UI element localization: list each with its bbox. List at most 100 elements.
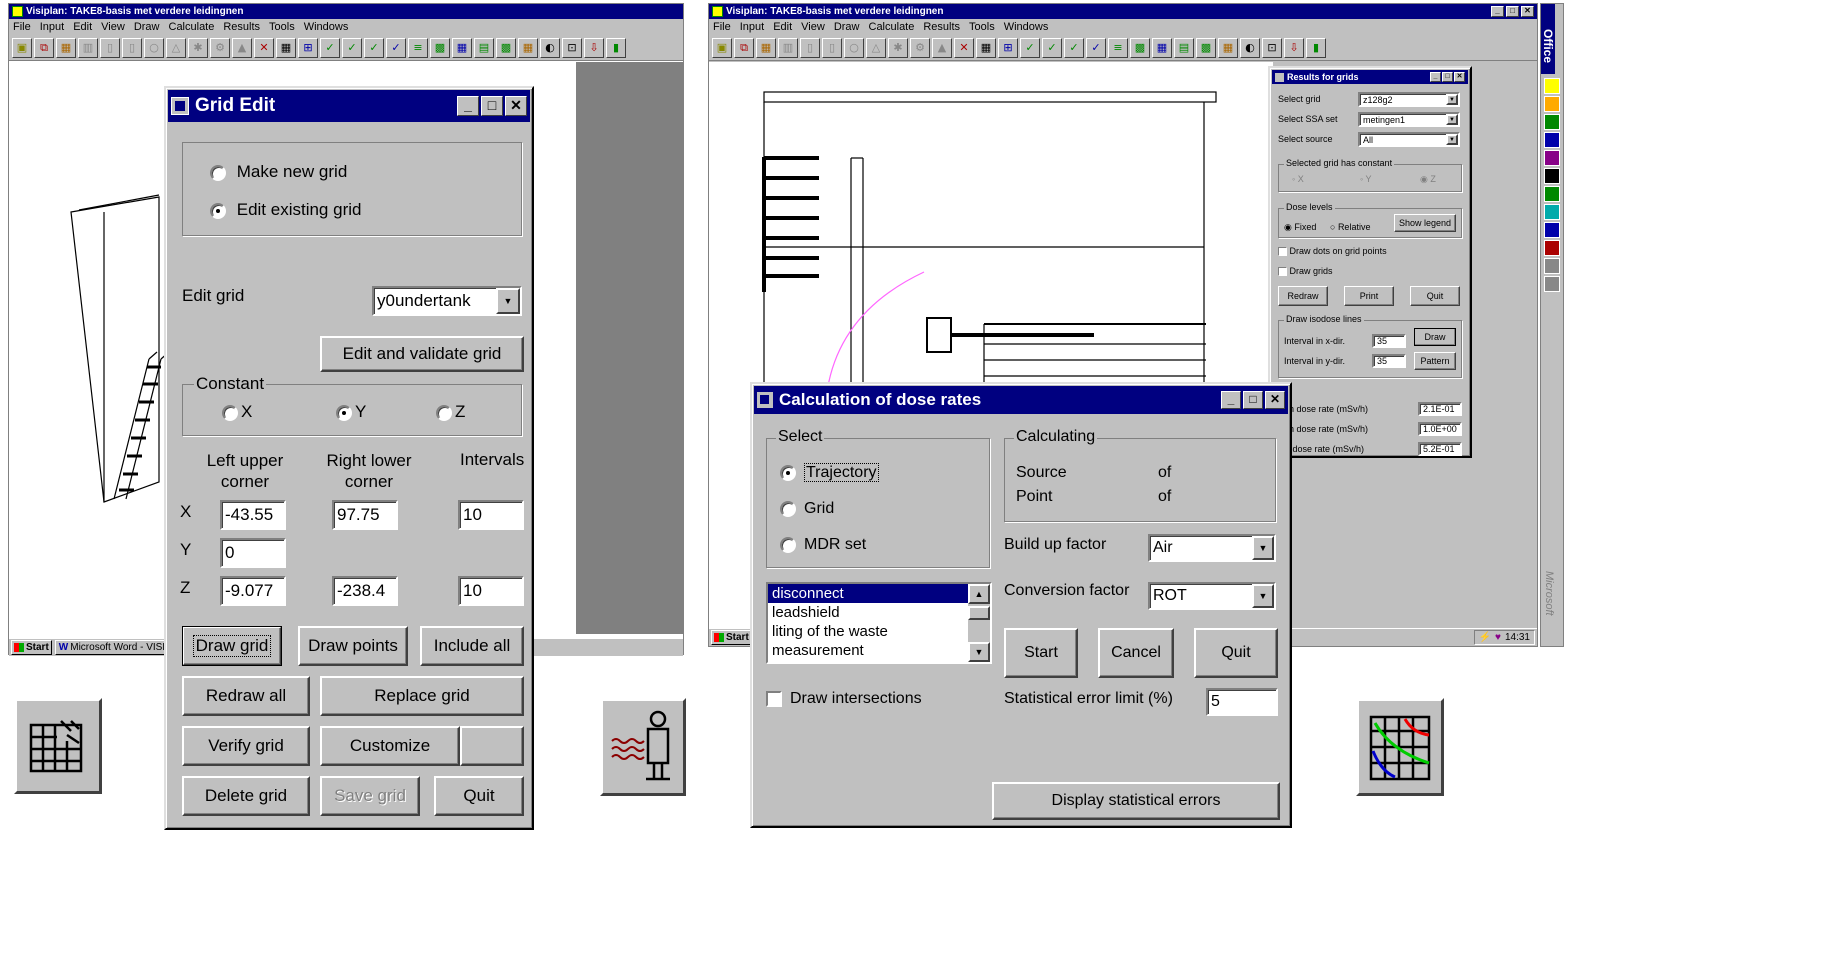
menu-input[interactable]: Input [40, 21, 64, 33]
results-quit-button[interactable]: Quit [1410, 286, 1460, 306]
toolbar-tool-icon[interactable]: ✓ [1086, 37, 1106, 58]
select-ssa-combo[interactable]: metingen1 ▼ [1358, 112, 1460, 127]
toolbar-tool-icon[interactable]: ▦ [976, 37, 996, 58]
replace-grid-button[interactable]: Replace grid [320, 676, 524, 716]
minimize-button[interactable]: _ [1430, 72, 1441, 82]
chevron-down-icon[interactable]: ▼ [1446, 114, 1458, 125]
trajectory-radio-circle[interactable] [780, 464, 796, 481]
chevron-down-icon[interactable]: ▼ [496, 288, 520, 314]
maximize-button[interactable]: □ [1506, 6, 1519, 17]
office-app-icon[interactable] [1544, 78, 1560, 94]
edit-validate-button[interactable]: Edit and validate grid [320, 336, 524, 372]
toolbar-tool-icon[interactable]: ▤ [474, 37, 494, 58]
close-button[interactable]: ✕ [1265, 391, 1285, 409]
toolbar-tool-icon[interactable]: ✕ [954, 37, 974, 58]
chevron-down-icon[interactable]: ▼ [1252, 584, 1274, 608]
toolbar-tool-icon[interactable]: ▦ [518, 37, 538, 58]
mdr-radio-circle[interactable] [780, 536, 796, 553]
toolbar-tool-icon[interactable]: ▯ [822, 37, 842, 58]
toolbar-tool-icon[interactable]: ▦ [756, 37, 776, 58]
interval-x-input[interactable]: 35 [1372, 334, 1406, 348]
toolbar-tool-icon[interactable]: ▩ [430, 37, 450, 58]
close-button[interactable]: ✕ [1454, 72, 1465, 82]
toolbar-tool-icon[interactable]: ▮ [606, 37, 626, 58]
scroll-down-icon[interactable]: ▼ [968, 642, 990, 662]
const-y-radio[interactable]: ◦ Y [1360, 174, 1372, 184]
list-item[interactable]: disconnect [768, 584, 990, 603]
toolbar-tool-icon[interactable]: ▥ [778, 37, 798, 58]
radio-x-circle[interactable] [222, 404, 238, 421]
include-all-button[interactable]: Include all [420, 626, 524, 666]
dose-calc-tool-icon[interactable] [600, 698, 686, 796]
menu-input[interactable]: Input [740, 21, 764, 33]
toolbar-tool-icon[interactable]: ○ [144, 37, 164, 58]
menu-windows[interactable]: Windows [304, 21, 349, 33]
customize-button[interactable]: Customize [320, 726, 460, 766]
list-item[interactable]: measurement [768, 641, 990, 660]
office-app-icon[interactable] [1544, 114, 1560, 130]
toolbar-tool-icon[interactable]: ▦ [276, 37, 296, 58]
maximize-button[interactable]: □ [1442, 72, 1453, 82]
customize-blank-button[interactable] [460, 726, 524, 766]
toolbar-tool-icon[interactable]: ✕ [254, 37, 274, 58]
draw-intersections-checkbox[interactable]: Draw intersections [766, 690, 922, 708]
show-legend-button[interactable]: Show legend [1394, 214, 1456, 232]
toolbar-tool-icon[interactable]: ⊞ [998, 37, 1018, 58]
toolbar-tool-icon[interactable]: ⧉ [734, 37, 754, 58]
verify-grid-button[interactable]: Verify grid [182, 726, 310, 766]
toolbar-tool-icon[interactable]: ✱ [888, 37, 908, 58]
menu-edit[interactable]: Edit [773, 21, 792, 33]
draw-isodose-button[interactable]: Draw [1414, 328, 1456, 346]
isodose-tool-icon[interactable] [1356, 698, 1444, 796]
draw-dots-checkbox[interactable]: Draw dots on grid points [1278, 246, 1387, 257]
toolbar-tool-icon[interactable]: ✓ [342, 37, 362, 58]
office-app-icon[interactable] [1544, 240, 1560, 256]
toolbar-tool-icon[interactable]: ▮ [1306, 37, 1326, 58]
edit-grid-combo[interactable]: y0undertank ▼ [372, 286, 522, 316]
trajectory-list[interactable]: disconnect leadshield liting of the wast… [766, 582, 992, 664]
menu-results[interactable]: Results [923, 21, 960, 33]
office-app-icon[interactable] [1544, 204, 1560, 220]
select-source-combo[interactable]: All ▼ [1358, 132, 1460, 147]
toolbar-tool-icon[interactable]: ⚙ [910, 37, 930, 58]
fixed-radio[interactable]: ◉ Fixed [1284, 222, 1316, 233]
toolbar-tool-icon[interactable]: ✓ [1064, 37, 1084, 58]
const-z-radio[interactable]: ◉ Z [1420, 174, 1436, 185]
x-intervals-input[interactable]: 10 [458, 500, 524, 530]
x-left-input[interactable]: -43.55 [220, 500, 286, 530]
draw-intersections-box[interactable] [766, 690, 782, 707]
constant-y-radio[interactable]: Y [336, 402, 366, 422]
draw-points-button[interactable]: Draw points [298, 626, 408, 666]
relative-radio[interactable]: ○ Relative [1330, 222, 1370, 232]
toolbar-tool-icon[interactable]: ≡ [1108, 37, 1128, 58]
toolbar-tool-icon[interactable]: ✓ [1020, 37, 1040, 58]
print-button[interactable]: Print [1344, 286, 1394, 306]
radio-make-new[interactable]: Make new grid [210, 162, 347, 182]
menu-file[interactable]: File [713, 21, 731, 33]
heart-icon[interactable]: ♥ [1495, 632, 1501, 643]
menu-calculate[interactable]: Calculate [869, 21, 915, 33]
toolbar-tool-icon[interactable]: ▥ [78, 37, 98, 58]
menu-tools[interactable]: Tools [969, 21, 995, 33]
radio-edit-existing[interactable]: Edit existing grid [210, 200, 361, 220]
toolbar-tool-icon[interactable]: △ [866, 37, 886, 58]
toolbar-tool-icon[interactable]: ▦ [452, 37, 472, 58]
save-grid-button[interactable]: Save grid [320, 776, 420, 816]
constant-z-radio[interactable]: Z [436, 402, 465, 422]
toolbar-tool-icon[interactable]: ▦ [1218, 37, 1238, 58]
scroll-up-icon[interactable]: ▲ [968, 584, 990, 604]
scroll-thumb[interactable] [968, 606, 990, 620]
menu-calculate[interactable]: Calculate [169, 21, 215, 33]
toolbar-tool-icon[interactable]: ≡ [408, 37, 428, 58]
radio-make-new-circle[interactable] [210, 164, 226, 181]
list-item[interactable]: leadshield [768, 603, 990, 622]
draw-grid-button[interactable]: Draw grid [182, 626, 282, 666]
chevron-down-icon[interactable]: ▼ [1446, 94, 1458, 105]
maximize-button[interactable]: □ [1243, 391, 1263, 409]
delete-grid-button[interactable]: Delete grid [182, 776, 310, 816]
toolbar-tool-icon[interactable]: ▦ [1152, 37, 1172, 58]
list-item[interactable]: liting of the waste [768, 622, 990, 641]
toolbar-tool-icon[interactable]: △ [166, 37, 186, 58]
z-right-input[interactable]: -238.4 [332, 576, 398, 606]
display-errors-button[interactable]: Display statistical errors [992, 782, 1280, 820]
